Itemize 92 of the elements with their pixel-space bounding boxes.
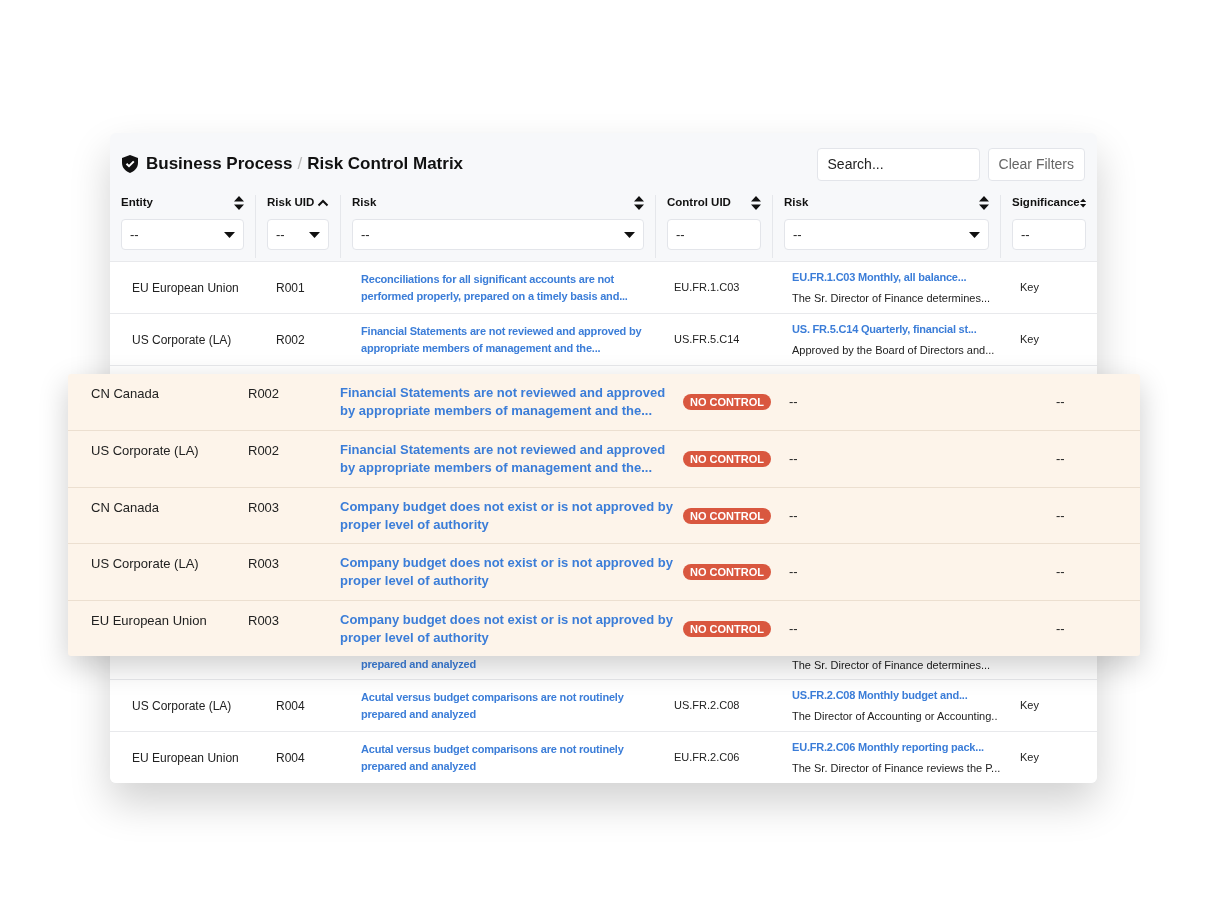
risk-link[interactable]: prepared and analyzed (361, 658, 476, 670)
sort-icon[interactable] (1079, 196, 1086, 210)
status-badge: NO CONTROL (683, 394, 771, 410)
control-description: The Sr. Director of Finance determines... (792, 659, 991, 671)
caret-icon (309, 231, 320, 238)
caret-icon (624, 231, 635, 238)
filter-dropdown[interactable]: -- (267, 219, 329, 250)
control-uid-cell: EU.FR.1.C03 (674, 281, 740, 294)
control-link[interactable]: US. FR.5.C14 Quarterly, financial st... (792, 321, 1000, 338)
sort-icon[interactable] (979, 196, 989, 210)
sort-ascending-icon[interactable] (317, 199, 329, 207)
entity-cell: US Corporate (LA) (91, 556, 199, 572)
risk-uid-cell: R003 (248, 612, 280, 628)
risk-link[interactable]: Reconciliations for all significant accounts are not performed properly, prepared on a timely basis and... (361, 270, 647, 305)
significance-cell: -- (1056, 620, 1065, 636)
shield-check-icon (122, 155, 138, 173)
entity-cell: US Corporate (LA) (132, 332, 232, 347)
control-link[interactable]: EU.FR.1.C03 Monthly, all balance... (792, 269, 1000, 286)
filter-value: -- (276, 225, 285, 244)
clear-filters-button[interactable]: Clear Filters (987, 147, 1085, 181)
breadcrumb-separator: / (297, 153, 303, 176)
control-description: The Sr. Director of Finance reviews the P... (792, 760, 1000, 776)
risk-link[interactable]: Financial Statements are not reviewed and approved by appropriate members of management and the... (340, 384, 673, 420)
caret-icon (224, 231, 235, 238)
sort-icon[interactable] (634, 196, 644, 210)
risk-uid-cell: R004 (276, 698, 305, 713)
filter-input[interactable]: -- (1012, 219, 1086, 250)
column-header[interactable]: Risk UID (267, 194, 315, 212)
entity-cell: CN Canada (91, 499, 159, 515)
page-title: Risk Control Matrix (307, 153, 464, 176)
control-cell: -- (789, 451, 798, 467)
sort-icon[interactable] (751, 196, 761, 210)
control-cell: -- (789, 394, 798, 409)
status-badge: NO CONTROL (683, 564, 771, 581)
significance-cell: Key (1020, 751, 1039, 764)
filter-input[interactable]: -- (667, 219, 761, 250)
column-header[interactable]: Control UID (667, 194, 731, 212)
caret-icon (969, 231, 980, 238)
control-description: Approved by the Board of Directors and... (792, 342, 996, 358)
significance-cell: -- (1056, 564, 1065, 580)
column-header[interactable]: Risk (352, 194, 377, 212)
risk-link[interactable]: Company budget does not exist or is not approved by proper level of authority (340, 554, 673, 591)
status-badge: NO CONTROL (683, 620, 771, 637)
column-header[interactable]: Risk (784, 194, 809, 212)
risk-link[interactable]: Financial Statements are not reviewed and approved by appropriate members of management and the... (340, 441, 673, 478)
control-link[interactable]: EU.FR.2.C06 Monthly reporting pack... (792, 739, 1000, 756)
risk-link[interactable]: Company budget does not exist or is not approved by proper level of authority (340, 497, 673, 534)
search-field[interactable]: Search... (816, 147, 980, 181)
column-header[interactable]: Entity (121, 194, 153, 212)
control-link[interactable]: US.FR.2.C08 Monthly budget and... (792, 687, 1000, 704)
risk-uid-cell: R004 (276, 750, 305, 765)
significance-cell: Key (1020, 333, 1039, 346)
control-uid-cell: EU.FR.2.C06 (674, 751, 740, 764)
risk-uid-cell: R002 (248, 443, 280, 459)
significance-cell: -- (1056, 394, 1065, 409)
entity-cell: EU European Union (132, 750, 239, 765)
risk-link[interactable]: Acutal versus budget comparisons are not routinely prepared and analyzed (361, 688, 647, 723)
sort-icon[interactable] (234, 196, 244, 210)
status-badge: NO CONTROL (683, 507, 771, 524)
filter-dropdown[interactable]: -- (352, 219, 644, 250)
filter-value: -- (793, 225, 802, 244)
control-description: The Sr. Director of Finance determines... (792, 290, 992, 306)
risk-uid-cell: R001 (276, 280, 305, 295)
control-cell: -- (789, 564, 798, 580)
filter-value: -- (361, 225, 370, 244)
risk-uid-cell: R003 (248, 499, 280, 515)
risk-link[interactable]: Financial Statements are not reviewed and approved by appropriate members of management and the... (361, 322, 647, 357)
status-badge: NO CONTROL (683, 451, 771, 468)
risk-uid-cell: R003 (248, 556, 280, 572)
control-uid-cell: US.FR.5.C14 (674, 333, 740, 346)
control-uid-cell: US.FR.2.C08 (674, 699, 740, 712)
breadcrumb-link[interactable]: Business Process (146, 151, 293, 177)
significance-cell: -- (1056, 451, 1065, 467)
entity-cell: EU European Union (132, 280, 239, 295)
control-description: The Director of Accounting or Accounting.. (792, 708, 999, 724)
entity-cell: US Corporate (LA) (91, 443, 199, 459)
risk-link[interactable]: Acutal versus budget comparisons are not routinely prepared and analyzed (361, 740, 647, 775)
control-cell: -- (789, 620, 798, 636)
filter-dropdown[interactable]: -- (121, 219, 244, 250)
risk-uid-cell: R002 (248, 386, 280, 401)
column-header[interactable]: Significance (1012, 194, 1080, 212)
entity-cell: CN Canada (91, 386, 159, 401)
entity-cell: EU European Union (91, 612, 207, 628)
significance-cell: Key (1020, 699, 1039, 712)
filter-dropdown[interactable]: -- (784, 219, 989, 250)
entity-cell: US Corporate (LA) (132, 698, 232, 713)
risk-uid-cell: R002 (276, 332, 305, 347)
significance-cell: -- (1056, 507, 1065, 523)
risk-link[interactable]: Company budget does not exist or is not approved by proper level of authority (340, 610, 673, 647)
significance-cell: Key (1020, 281, 1039, 294)
control-cell: -- (789, 507, 798, 523)
filter-value: -- (130, 225, 139, 244)
